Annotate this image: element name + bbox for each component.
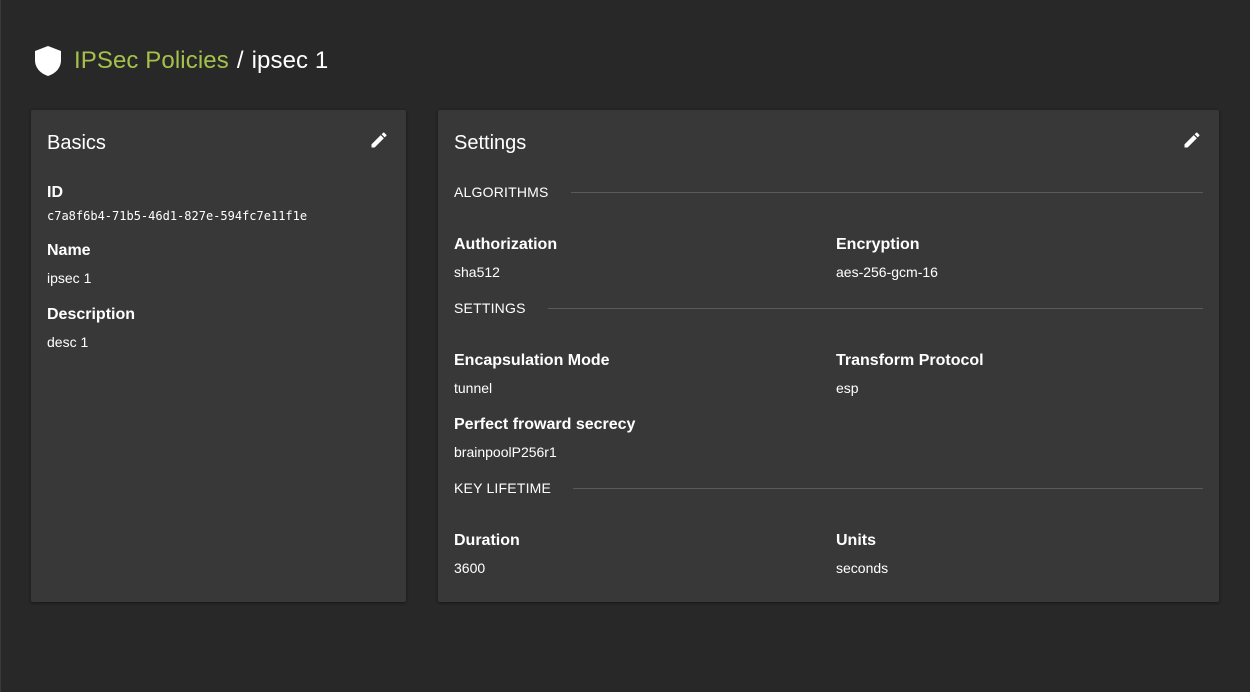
- pencil-icon: [369, 130, 389, 155]
- authorization-value: sha512: [454, 264, 500, 280]
- id-label: ID: [47, 184, 63, 201]
- authorization-label: Authorization: [454, 236, 558, 253]
- breadcrumb: IPSec Policies / ipsec 1: [74, 47, 328, 75]
- algorithms-section-header: ALGORITHMS: [454, 183, 1203, 201]
- units-value: seconds: [836, 560, 889, 576]
- name-value: ipsec 1: [47, 270, 92, 286]
- basics-edit-button[interactable]: [368, 131, 390, 153]
- algorithms-heading: ALGORITHMS: [454, 184, 549, 200]
- settings-edit-button[interactable]: [1181, 131, 1203, 153]
- divider: [573, 487, 1203, 489]
- units-label: Units: [836, 532, 876, 549]
- settings-section-header: SETTINGS: [454, 299, 1203, 317]
- basics-card: Basics ID c7a8f6b4-71b5-46d1-827e-594fc7…: [31, 110, 406, 602]
- encryption-label: Encryption: [836, 236, 920, 253]
- page-header: IPSec Policies / ipsec 1: [33, 44, 328, 78]
- pfs-label: Perfect froward secrecy: [454, 416, 636, 433]
- description-value: desc 1: [47, 334, 89, 350]
- settings-card-title: Settings: [454, 132, 527, 154]
- breadcrumb-current: ipsec 1: [251, 47, 329, 74]
- encryption-value: aes-256-gcm-16: [836, 264, 938, 280]
- divider: [547, 307, 1203, 309]
- breadcrumb-separator: /: [236, 47, 244, 74]
- description-label: Description: [47, 306, 136, 323]
- divider: [570, 191, 1203, 193]
- settings-card: Settings ALGORITHMS Authorization sha512…: [438, 110, 1219, 602]
- transform-protocol-label: Transform Protocol: [836, 352, 984, 369]
- pencil-icon: [1182, 130, 1202, 155]
- encapsulation-mode-value: tunnel: [454, 380, 493, 396]
- key-lifetime-section-header: KEY LIFETIME: [454, 479, 1203, 497]
- key-lifetime-heading: KEY LIFETIME: [454, 480, 552, 496]
- basics-card-title: Basics: [47, 132, 106, 154]
- duration-label: Duration: [454, 532, 520, 549]
- shield-icon: [33, 44, 63, 78]
- duration-value: 3600: [454, 560, 486, 576]
- transform-protocol-value: esp: [836, 380, 859, 396]
- breadcrumb-link-ipsec-policies[interactable]: IPSec Policies: [74, 47, 229, 74]
- name-label: Name: [47, 242, 91, 259]
- encapsulation-mode-label: Encapsulation Mode: [454, 352, 610, 369]
- id-value: c7a8f6b4-71b5-46d1-827e-594fc7e11f1e: [47, 209, 308, 223]
- settings-heading: SETTINGS: [454, 300, 526, 316]
- pfs-value: brainpoolP256r1: [454, 444, 557, 460]
